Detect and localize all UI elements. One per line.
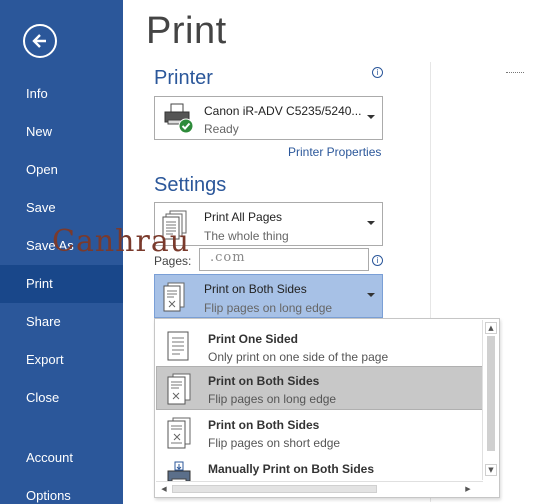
print-range-sub: The whole thing: [204, 229, 289, 243]
scroll-left-icon[interactable]: ◀: [158, 483, 170, 495]
watermark-domain: .com: [210, 250, 246, 265]
nav-close[interactable]: Close: [0, 379, 123, 417]
nav-options[interactable]: Options: [0, 477, 123, 504]
scroll-up-icon[interactable]: ▲: [485, 322, 497, 334]
printer-dropdown[interactable]: Canon iR-ADV C5235/5240... Ready: [154, 96, 383, 140]
option-main-label: Print on Both Sides: [208, 374, 320, 388]
printer-heading: Printer: [154, 67, 213, 89]
print-sides-list: Print One Sided Only print on one side o…: [154, 318, 500, 498]
nav-new[interactable]: New: [0, 113, 123, 151]
print-range-main: Print All Pages: [204, 210, 283, 224]
duplex-long-edge-icon: [167, 373, 191, 405]
nav-export[interactable]: Export: [0, 341, 123, 379]
option-main-label: Manually Print on Both Sides: [208, 462, 375, 476]
chevron-down-icon: [367, 293, 375, 297]
option-main-label: Print One Sided: [208, 332, 299, 346]
option-sub-label: Flip pages on short edge: [208, 436, 341, 450]
print-sides-sub: Flip pages on long edge: [204, 301, 333, 315]
chevron-down-icon: [367, 115, 375, 119]
info-icon[interactable]: i: [372, 67, 383, 78]
option-one-sided[interactable]: Print One Sided Only print on one side o…: [156, 324, 483, 368]
back-arrow-icon: [32, 34, 46, 48]
print-sides-main: Print on Both Sides: [204, 282, 307, 296]
back-button[interactable]: [23, 24, 57, 58]
horizontal-scrollbar[interactable]: ◀ ▶: [156, 481, 483, 496]
option-duplex-short-edge[interactable]: Print on Both Sides Flip pages on short …: [156, 410, 483, 454]
printer-status: Ready: [204, 122, 239, 136]
vertical-scroll-thumb[interactable]: [487, 336, 495, 451]
scroll-right-icon[interactable]: ▶: [462, 483, 474, 495]
nav-info[interactable]: Info: [0, 75, 123, 113]
nav-open[interactable]: Open: [0, 151, 123, 189]
nav-print[interactable]: Print: [0, 265, 123, 303]
nav-share[interactable]: Share: [0, 303, 123, 341]
printer-properties-link[interactable]: Printer Properties: [288, 145, 381, 159]
one-sided-icon: [167, 331, 189, 361]
chevron-down-icon: [367, 221, 375, 225]
duplex-short-edge-icon: [167, 417, 191, 449]
horizontal-scroll-thumb[interactable]: [172, 485, 377, 493]
preview-edge-mark: [506, 72, 524, 73]
printer-name: Canon iR-ADV C5235/5240...: [204, 104, 362, 118]
option-duplex-long-edge[interactable]: Print on Both Sides Flip pages on long e…: [156, 366, 483, 410]
print-sides-dropdown[interactable]: Print on Both Sides Flip pages on long e…: [154, 274, 383, 318]
watermark-logo: Canhrau: [52, 224, 191, 259]
option-main-label: Print on Both Sides: [208, 418, 320, 432]
duplex-long-edge-icon: [163, 282, 185, 312]
vertical-scrollbar[interactable]: ▲ ▼: [482, 320, 498, 480]
page-title: Print: [146, 10, 227, 52]
scroll-down-icon[interactable]: ▼: [485, 464, 497, 476]
settings-heading: Settings: [154, 174, 227, 196]
info-icon[interactable]: i: [372, 255, 383, 266]
nav-save[interactable]: Save: [0, 189, 123, 227]
nav-account[interactable]: Account: [0, 439, 123, 477]
printer-ready-icon: [164, 103, 194, 134]
option-sub-label: Flip pages on long edge: [208, 392, 337, 406]
option-sub-label: Only print on one side of the page: [208, 350, 389, 364]
